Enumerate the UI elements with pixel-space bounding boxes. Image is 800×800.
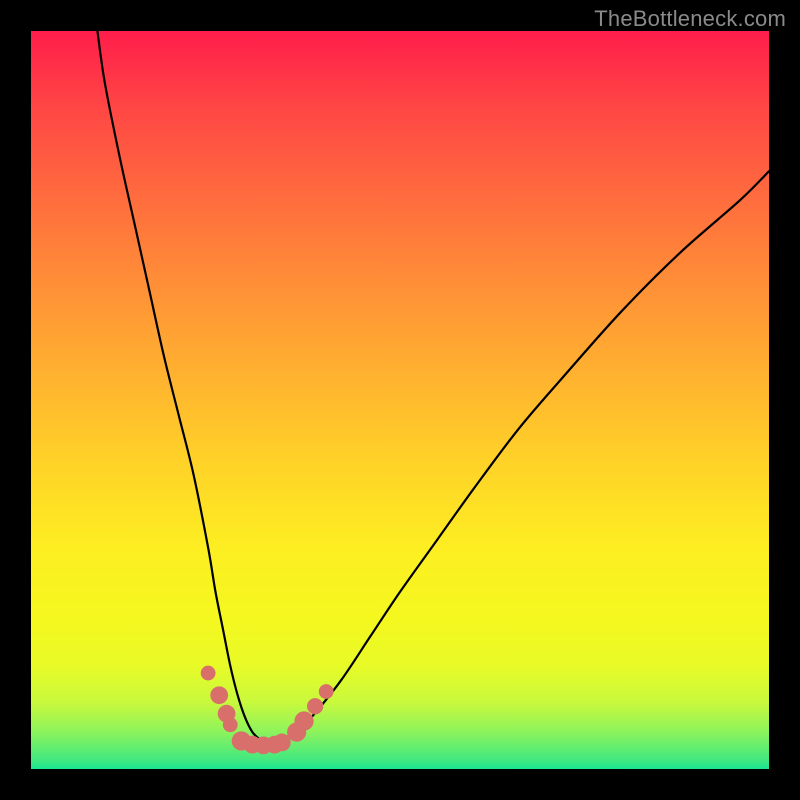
marker-dot <box>307 698 323 714</box>
outer-frame: TheBottleneck.com <box>0 0 800 800</box>
marker-dot <box>223 717 238 732</box>
chart-svg <box>31 31 769 769</box>
plot-area <box>31 31 769 769</box>
marker-dot <box>210 686 228 704</box>
bottleneck-curve <box>97 31 769 748</box>
markers-group <box>201 666 334 755</box>
watermark-text: TheBottleneck.com <box>594 6 786 32</box>
marker-dot <box>319 684 334 699</box>
marker-dot <box>201 666 216 681</box>
marker-dot <box>294 711 313 730</box>
